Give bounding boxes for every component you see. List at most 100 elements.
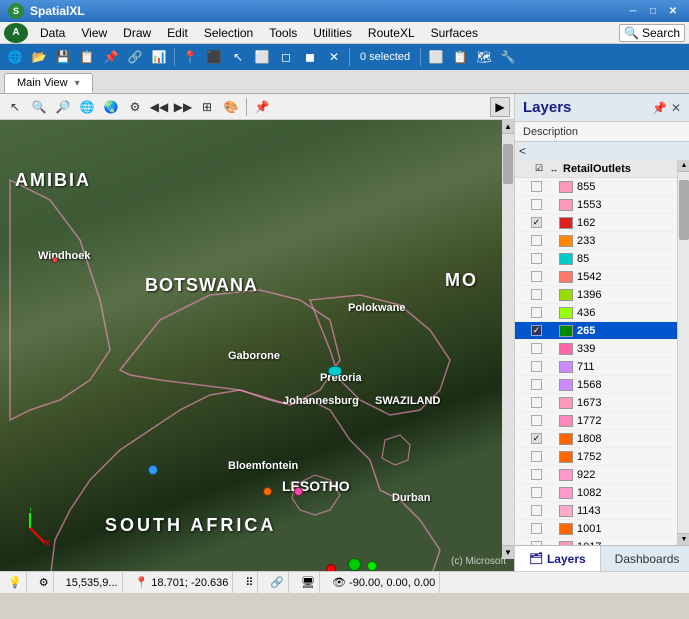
tab-layers[interactable]: 🗂 Layers <box>515 546 601 571</box>
layer-row-233[interactable]: 233 <box>515 232 677 250</box>
layer-vis-1396[interactable] <box>544 288 558 302</box>
layer-check-339[interactable] <box>531 343 542 354</box>
point-red-1[interactable] <box>326 564 336 571</box>
toolbar-btn-1[interactable]: 🌐 <box>4 46 26 68</box>
layer-check-1396[interactable] <box>531 289 542 300</box>
layer-vis-1001[interactable] <box>544 522 558 536</box>
layer-vis-1143[interactable] <box>544 504 558 518</box>
toolbar-btn-14[interactable]: ⬜ <box>425 46 447 68</box>
map-expand-btn[interactable]: ▶ <box>490 97 510 117</box>
point-orange-1[interactable] <box>263 487 272 496</box>
map-zoom-in[interactable]: 🔍 <box>28 96 50 118</box>
layer-check-1673[interactable] <box>531 397 542 408</box>
map-canvas[interactable]: AMIBIA BOTSWANA MO SWAZILAND LESOTHO SOU… <box>0 120 514 571</box>
layer-row-265[interactable]: ✓ 265 <box>515 322 677 340</box>
point-windhoek[interactable] <box>52 257 58 263</box>
menu-view[interactable]: View <box>73 24 115 42</box>
layer-vis-162[interactable] <box>544 216 558 230</box>
map-grid[interactable]: ⊞ <box>196 96 218 118</box>
layer-row-436[interactable]: 436 <box>515 304 677 322</box>
layer-row-85[interactable]: 85 <box>515 250 677 268</box>
layers-pin-icon[interactable]: 📌 <box>652 101 667 115</box>
minimize-button[interactable]: ─ <box>625 4 641 18</box>
layer-check-1082[interactable] <box>531 487 542 498</box>
menu-tools[interactable]: Tools <box>261 24 305 42</box>
layer-vis-233[interactable] <box>544 234 558 248</box>
tab-close-icon[interactable]: ▾ <box>75 78 80 89</box>
menu-data[interactable]: Data <box>32 24 73 42</box>
layer-row-1673[interactable]: 1673 <box>515 394 677 412</box>
layers-back-arrow[interactable]: < <box>519 144 526 158</box>
layer-vis-85[interactable] <box>544 252 558 266</box>
layers-v-scrollbar[interactable]: ▲ ▼ <box>677 160 689 545</box>
layer-check-1553[interactable] <box>531 199 542 210</box>
layer-check-1001[interactable] <box>531 523 542 534</box>
toolbar-btn-4[interactable]: 📋 <box>76 46 98 68</box>
layer-vis-711[interactable] <box>544 360 558 374</box>
layer-row-1568[interactable]: 1568 <box>515 376 677 394</box>
layer-row-1553[interactable]: 1553 <box>515 196 677 214</box>
layer-vis-1082[interactable] <box>544 486 558 500</box>
layer-row-711[interactable]: 711 <box>515 358 677 376</box>
layer-check-1568[interactable] <box>531 379 542 390</box>
layer-vis-265[interactable] <box>544 324 558 338</box>
layer-row-339[interactable]: 339 <box>515 340 677 358</box>
layer-vis-436[interactable] <box>544 306 558 320</box>
layer-check-265[interactable]: ✓ <box>531 325 542 336</box>
layer-vis-1542[interactable] <box>544 270 558 284</box>
map-select-tool[interactable]: ↖ <box>4 96 26 118</box>
layer-vis-855[interactable] <box>544 180 558 194</box>
layer-row-1017[interactable]: 1017 <box>515 538 677 545</box>
layer-row-1001[interactable]: 1001 <box>515 520 677 538</box>
layer-check-1542[interactable] <box>531 271 542 282</box>
toolbar-btn-3[interactable]: 💾 <box>52 46 74 68</box>
layer-check-233[interactable] <box>531 235 542 246</box>
point-teal-1[interactable] <box>328 366 342 376</box>
map-palette[interactable]: 🎨 <box>220 96 242 118</box>
layer-check-1752[interactable] <box>531 451 542 462</box>
map-forward[interactable]: ▶▶ <box>172 96 194 118</box>
layer-row-1082[interactable]: 1082 <box>515 484 677 502</box>
toolbar-btn-10[interactable]: ⬜ <box>251 46 273 68</box>
point-blue-1[interactable] <box>148 465 158 475</box>
point-green-1[interactable] <box>348 558 361 571</box>
layer-check-1017[interactable] <box>531 541 542 545</box>
toolbar-btn-11[interactable]: ◻ <box>275 46 297 68</box>
toolbar-btn-8[interactable]: 📍 <box>179 46 201 68</box>
layer-vis-339[interactable] <box>544 342 558 356</box>
toolbar-btn-15[interactable]: 📋 <box>449 46 471 68</box>
toolbar-btn-2[interactable]: 📂 <box>28 46 50 68</box>
menu-surfaces[interactable]: Surfaces <box>423 24 486 42</box>
layer-check-162[interactable]: ✓ <box>531 217 542 228</box>
v-scroll-up-btn[interactable]: ▲ <box>502 120 514 134</box>
layer-row-922[interactable]: 922 <box>515 466 677 484</box>
toolbar-btn-9[interactable]: ⬛ <box>203 46 225 68</box>
layer-vis-922[interactable] <box>544 468 558 482</box>
toolbar-btn-16[interactable]: 🗺 <box>473 46 495 68</box>
menu-edit[interactable]: Edit <box>159 24 196 42</box>
layer-check-436[interactable] <box>531 307 542 318</box>
layer-vis-1017[interactable] <box>544 540 558 546</box>
layer-row-1396[interactable]: 1396 <box>515 286 677 304</box>
maximize-button[interactable]: □ <box>645 4 661 18</box>
layers-scroll-up[interactable]: ▲ <box>678 160 689 172</box>
toolbar-btn-17[interactable]: 🔧 <box>497 46 519 68</box>
map-pin[interactable]: 📌 <box>251 96 273 118</box>
map-globe-2[interactable]: 🌏 <box>100 96 122 118</box>
layer-vis-1772[interactable] <box>544 414 558 428</box>
menu-routexl[interactable]: RouteXL <box>360 24 423 42</box>
v-scroll-thumb[interactable] <box>503 144 513 184</box>
layer-row-1772[interactable]: 1772 <box>515 412 677 430</box>
layer-vis-1553[interactable] <box>544 198 558 212</box>
close-button[interactable]: ✕ <box>665 4 681 18</box>
layer-vis-1673[interactable] <box>544 396 558 410</box>
toolbar-btn-12[interactable]: ◼ <box>299 46 321 68</box>
layer-check-1143[interactable] <box>531 505 542 516</box>
layer-row-1808[interactable]: ✓ 1808 <box>515 430 677 448</box>
point-pink-1[interactable] <box>294 487 303 496</box>
search-bar[interactable]: 🔍 Search <box>619 24 685 42</box>
layer-check-711[interactable] <box>531 361 542 372</box>
layer-row-1752[interactable]: 1752 <box>515 448 677 466</box>
map-zoom-out[interactable]: 🔎 <box>52 96 74 118</box>
v-scroll-down-btn[interactable]: ▼ <box>502 545 514 559</box>
